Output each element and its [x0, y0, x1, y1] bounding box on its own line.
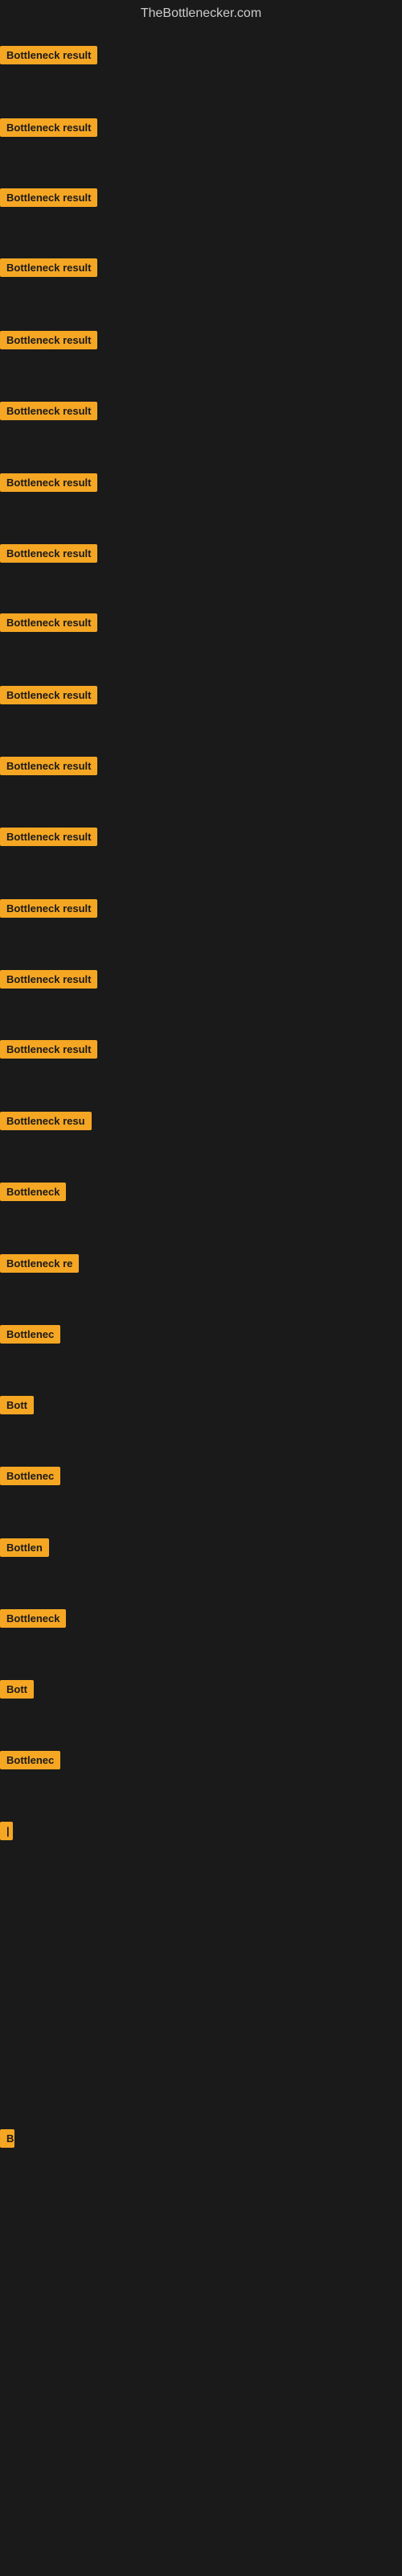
bottleneck-result-item[interactable]: Bottlen — [0, 1538, 49, 1561]
bottleneck-result-item[interactable]: Bottleneck result — [0, 544, 97, 567]
bottleneck-result-item[interactable]: Bottleneck result — [0, 258, 97, 281]
bottleneck-result-item[interactable]: B — [0, 2129, 14, 2152]
bottleneck-badge: | — [0, 1822, 13, 1840]
bottleneck-badge: Bottleneck result — [0, 188, 97, 207]
bottleneck-badge: Bottleneck — [0, 1183, 66, 1201]
bottleneck-badge: Bottlenec — [0, 1751, 60, 1769]
bottleneck-badge: Bottleneck re — [0, 1254, 79, 1273]
bottleneck-badge: Bottlenec — [0, 1467, 60, 1485]
bottleneck-result-item[interactable]: Bottleneck resu — [0, 1112, 92, 1134]
bottleneck-result-item[interactable]: Bottleneck result — [0, 46, 97, 68]
bottleneck-badge: B — [0, 2129, 14, 2148]
bottleneck-badge: Bottleneck result — [0, 828, 97, 846]
bottleneck-badge: Bottleneck result — [0, 613, 97, 632]
bottleneck-result-item[interactable]: Bottleneck result — [0, 899, 97, 922]
bottleneck-badge: Bottleneck result — [0, 544, 97, 563]
bottleneck-badge: Bottleneck result — [0, 402, 97, 420]
bottleneck-badge: Bottleneck result — [0, 118, 97, 137]
bottleneck-result-item[interactable]: Bottleneck — [0, 1609, 66, 1632]
bottleneck-result-item[interactable]: Bottleneck result — [0, 402, 97, 424]
bottleneck-result-item[interactable]: | — [0, 1822, 13, 1844]
bottleneck-badge: Bottleneck result — [0, 258, 97, 277]
bottleneck-result-item[interactable]: Bottleneck result — [0, 757, 97, 779]
bottleneck-result-item[interactable]: Bottlenec — [0, 1751, 60, 1773]
bottleneck-badge: Bottleneck result — [0, 331, 97, 349]
bottleneck-result-item[interactable]: Bott — [0, 1680, 34, 1703]
bottleneck-badge: Bott — [0, 1680, 34, 1699]
bottleneck-badge: Bott — [0, 1396, 34, 1414]
bottleneck-result-item[interactable]: Bottlenec — [0, 1325, 60, 1348]
bottleneck-result-item[interactable]: Bottleneck result — [0, 118, 97, 141]
bottleneck-badge: Bottlenec — [0, 1325, 60, 1344]
bottleneck-result-item[interactable]: Bottleneck result — [0, 188, 97, 211]
bottleneck-result-item[interactable]: Bott — [0, 1396, 34, 1418]
bottleneck-badge: Bottleneck result — [0, 970, 97, 989]
bottleneck-result-item[interactable]: Bottleneck — [0, 1183, 66, 1205]
bottleneck-result-item[interactable]: Bottleneck result — [0, 473, 97, 496]
bottleneck-result-item[interactable]: Bottleneck result — [0, 828, 97, 850]
bottleneck-result-item[interactable]: Bottleneck result — [0, 613, 97, 636]
bottleneck-badge: Bottleneck result — [0, 473, 97, 492]
bottleneck-badge: Bottleneck result — [0, 899, 97, 918]
bottleneck-badge: Bottleneck result — [0, 46, 97, 64]
bottleneck-result-item[interactable]: Bottlenec — [0, 1467, 60, 1489]
bottleneck-badge: Bottleneck result — [0, 686, 97, 704]
bottleneck-badge: Bottleneck resu — [0, 1112, 92, 1130]
bottleneck-result-item[interactable]: Bottleneck result — [0, 970, 97, 993]
bottleneck-badge: Bottleneck result — [0, 1040, 97, 1059]
bottleneck-result-item[interactable]: Bottleneck result — [0, 686, 97, 708]
bottleneck-badge: Bottlen — [0, 1538, 49, 1557]
bottleneck-badge: Bottleneck result — [0, 757, 97, 775]
bottleneck-result-item[interactable]: Bottleneck result — [0, 1040, 97, 1063]
bottleneck-result-item[interactable]: Bottleneck result — [0, 331, 97, 353]
bottleneck-result-item[interactable]: Bottleneck re — [0, 1254, 79, 1277]
site-title: TheBottlenecker.com — [0, 0, 402, 31]
bottleneck-badge: Bottleneck — [0, 1609, 66, 1628]
